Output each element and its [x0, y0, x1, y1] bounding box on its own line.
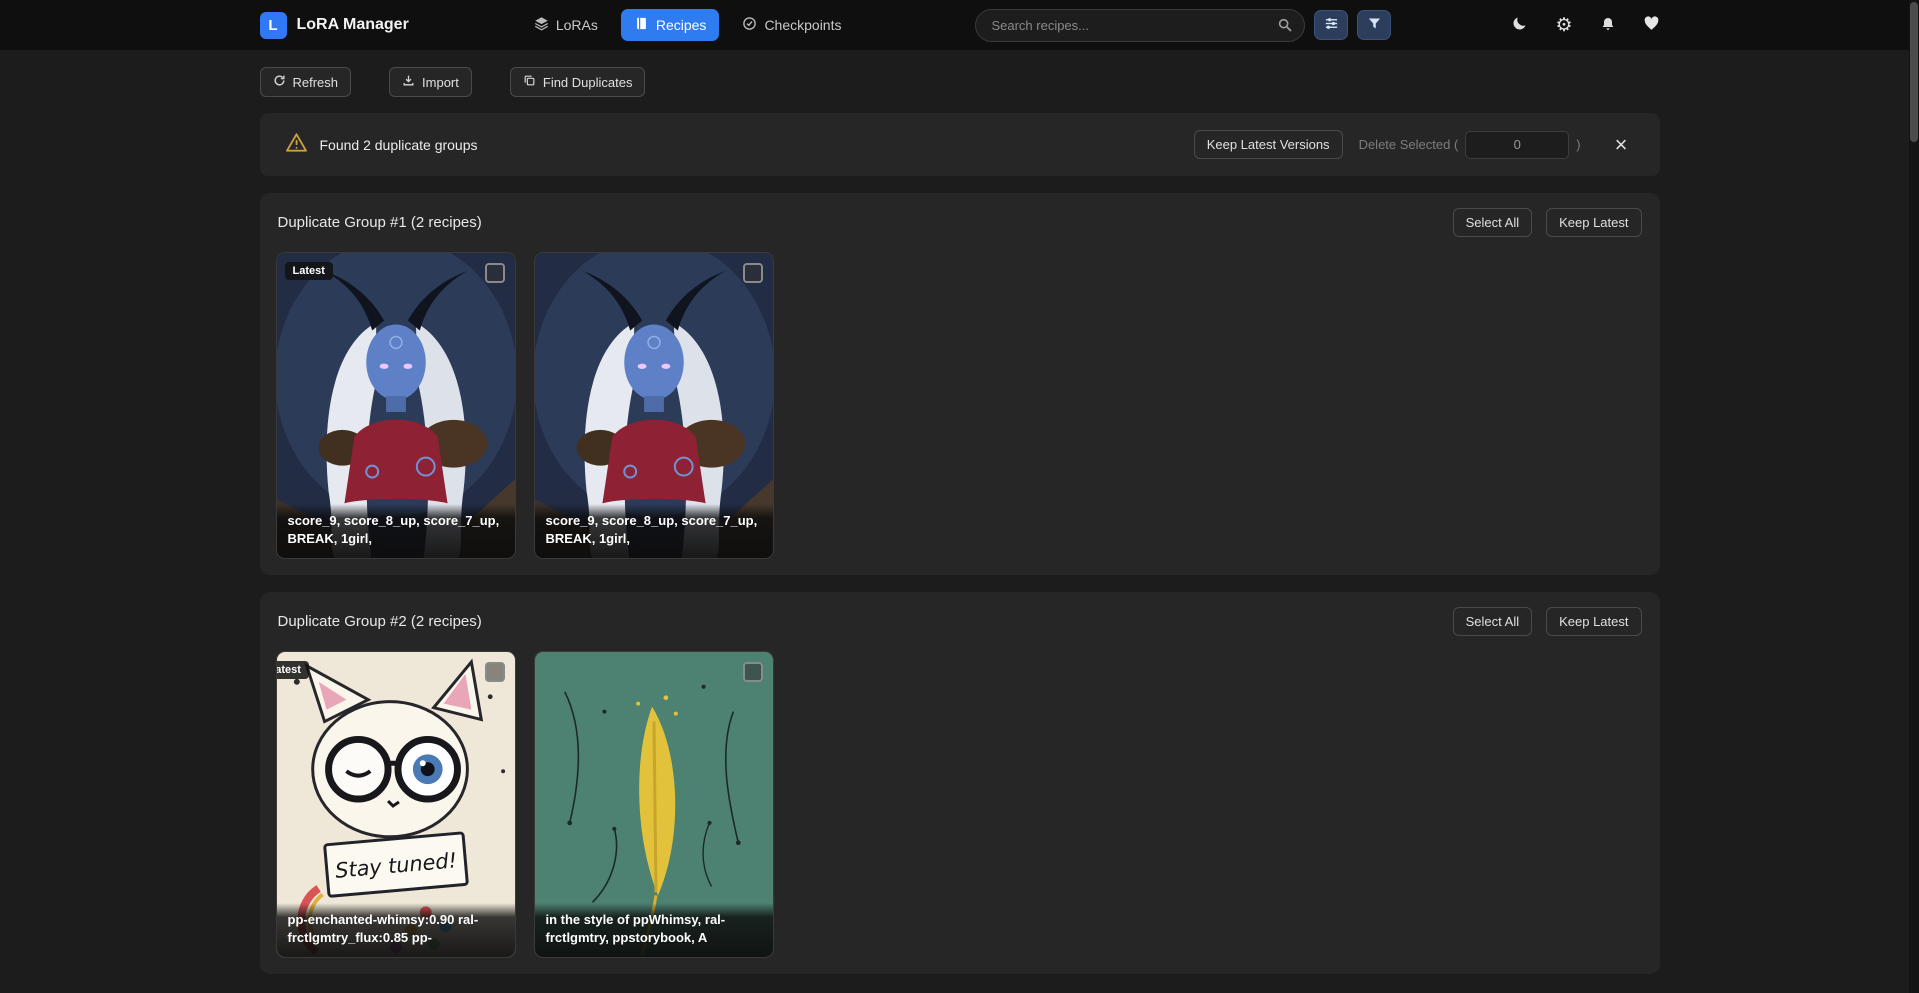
- import-button[interactable]: Import: [389, 67, 472, 97]
- copy-icon: [523, 74, 536, 90]
- refresh-label: Refresh: [293, 75, 339, 90]
- sort-options-button[interactable]: [1314, 10, 1348, 40]
- latest-badge: Latest: [285, 262, 333, 280]
- tab-loras-label: LoRAs: [556, 17, 598, 33]
- search-input[interactable]: [975, 9, 1305, 42]
- tab-loras[interactable]: LoRAs: [521, 9, 611, 41]
- duplicate-group-2: Duplicate Group #2 (2 recipes) Select Al…: [260, 592, 1660, 974]
- recipe-select-checkbox[interactable]: [743, 263, 763, 283]
- delete-selected-suffix: ): [1576, 137, 1580, 152]
- theme-toggle-button[interactable]: [1511, 15, 1528, 35]
- keep-latest-versions-button[interactable]: Keep Latest Versions: [1194, 130, 1343, 159]
- layers-icon: [534, 16, 549, 34]
- recipe-card[interactable]: score_9, score_8_up, score_7_up, BREAK, …: [534, 252, 774, 559]
- top-navbar: L LoRA Manager LoRAs Recipes Checkpoi: [0, 0, 1919, 50]
- delete-selected-prefix: Delete Selected (: [1359, 137, 1459, 152]
- tab-checkpoints-label: Checkpoints: [764, 17, 841, 33]
- group-title: Duplicate Group #1 (2 recipes): [278, 214, 482, 231]
- recipe-caption: score_9, score_8_up, score_7_up, BREAK, …: [535, 504, 773, 558]
- keep-latest-button[interactable]: Keep Latest: [1546, 607, 1641, 636]
- app-logo-icon: L: [260, 12, 287, 39]
- scrollbar-thumb[interactable]: [1910, 2, 1918, 142]
- duplicates-banner: Found 2 duplicate groups Keep Latest Ver…: [260, 113, 1660, 176]
- brand: L LoRA Manager: [260, 12, 409, 39]
- recipe-select-checkbox[interactable]: [485, 263, 505, 283]
- duplicates-banner-message: Found 2 duplicate groups: [320, 137, 478, 153]
- recipe-caption: in the style of ppWhimsy, ral-frctlgmtry…: [535, 903, 773, 957]
- recipe-card[interactable]: in the style of ppWhimsy, ral-frctlgmtry…: [534, 651, 774, 958]
- notifications-button[interactable]: [1600, 16, 1616, 35]
- refresh-button[interactable]: Refresh: [260, 67, 352, 97]
- warning-icon: [286, 133, 307, 157]
- search-box: [975, 9, 1305, 42]
- import-icon: [402, 74, 415, 90]
- recipes-toolbar: Refresh Import Find Duplicates: [260, 67, 1660, 97]
- recipe-caption: pp-enchanted-whimsy:0.90 ral-frctlgmtry_…: [277, 903, 515, 957]
- funnel-icon: [1367, 16, 1382, 34]
- book-icon: [634, 16, 649, 34]
- page-content: Refresh Import Find Duplicates Found 2 d…: [260, 67, 1660, 974]
- search-icon[interactable]: [1277, 17, 1293, 38]
- tab-recipes[interactable]: Recipes: [621, 9, 720, 41]
- gear-icon: ⚙: [1555, 16, 1572, 35]
- group-title: Duplicate Group #2 (2 recipes): [278, 613, 482, 630]
- recipe-select-checkbox[interactable]: [485, 662, 505, 682]
- sliders-icon: [1324, 16, 1339, 34]
- latest-badge: Latest: [276, 661, 309, 679]
- delete-selected-control: Delete Selected ( ): [1359, 131, 1581, 159]
- close-icon: ×: [1615, 132, 1628, 157]
- find-duplicates-label: Find Duplicates: [543, 75, 633, 90]
- moon-icon: [1511, 15, 1528, 35]
- navbar-utility-icons: ⚙: [1511, 15, 1659, 35]
- group-1-cards: Latest score_9, score_8_up, score_7_up, …: [276, 252, 1644, 559]
- filter-button[interactable]: [1357, 10, 1391, 40]
- duplicate-group-2-header: Duplicate Group #2 (2 recipes) Select Al…: [276, 607, 1644, 636]
- check-circle-icon: [742, 16, 757, 34]
- heart-icon: [1643, 15, 1660, 35]
- recipe-card[interactable]: Stay tuned! Latest pp-enchanted-whimsy:0…: [276, 651, 516, 958]
- main-nav: LoRAs Recipes Checkpoints: [521, 9, 855, 41]
- import-label: Import: [422, 75, 459, 90]
- dismiss-banner-button[interactable]: ×: [1609, 133, 1634, 157]
- tab-recipes-label: Recipes: [656, 17, 707, 33]
- settings-button[interactable]: ⚙: [1555, 16, 1572, 35]
- scrollbar[interactable]: [1909, 0, 1919, 993]
- duplicate-group-1: Duplicate Group #1 (2 recipes) Select Al…: [260, 193, 1660, 575]
- find-duplicates-button[interactable]: Find Duplicates: [510, 67, 646, 97]
- bell-icon: [1600, 16, 1616, 35]
- recipe-caption: score_9, score_8_up, score_7_up, BREAK, …: [277, 504, 515, 558]
- delete-count-input[interactable]: [1465, 131, 1569, 159]
- recipe-select-checkbox[interactable]: [743, 662, 763, 682]
- refresh-icon: [273, 74, 286, 90]
- select-all-button[interactable]: Select All: [1453, 208, 1532, 237]
- group-2-cards: Stay tuned! Latest pp-enchanted-whimsy:0…: [276, 651, 1644, 958]
- support-button[interactable]: [1643, 15, 1660, 35]
- keep-latest-button[interactable]: Keep Latest: [1546, 208, 1641, 237]
- duplicate-group-1-header: Duplicate Group #1 (2 recipes) Select Al…: [276, 208, 1644, 237]
- select-all-button[interactable]: Select All: [1453, 607, 1532, 636]
- tab-checkpoints[interactable]: Checkpoints: [729, 9, 854, 41]
- app-title: LoRA Manager: [297, 16, 409, 34]
- recipe-card[interactable]: Latest score_9, score_8_up, score_7_up, …: [276, 252, 516, 559]
